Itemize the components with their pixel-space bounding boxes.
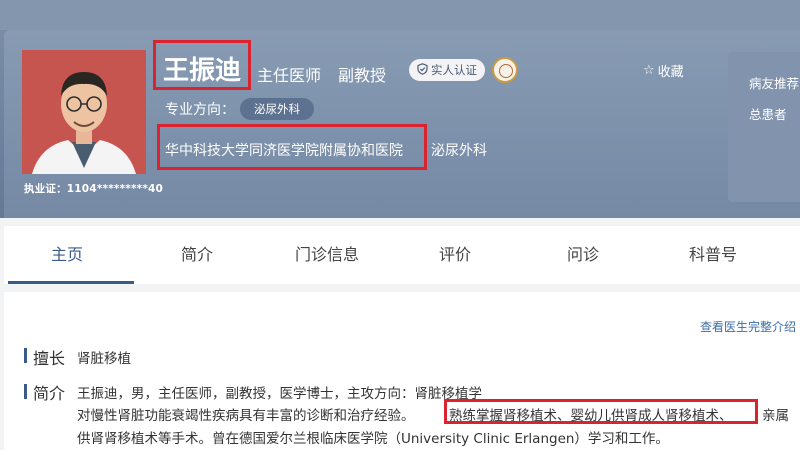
tab-consultation[interactable]: 问诊 (520, 226, 646, 284)
identity-verified-badge: 实人认证 (409, 59, 485, 81)
intro-label: 简介 (33, 384, 66, 403)
header-top-strip (0, 0, 800, 30)
intro-line-2b: 熟练掌握肾移植术、婴幼儿供肾成人肾移植术、 (449, 408, 733, 424)
intro-line-2c: 亲属 (762, 408, 789, 424)
intro-marker (24, 384, 27, 399)
doctor-title: 主任医师 (257, 66, 322, 85)
doctor-profile-page: 执业证：1104*********40 王振迪 主任医师 副教授 实人认证 ☆ … (0, 0, 800, 450)
active-tab-indicator (8, 281, 134, 284)
tab-clinic-info[interactable]: 门诊信息 (264, 226, 390, 284)
favorite-label: 收藏 (657, 65, 684, 80)
shield-check-icon (417, 62, 428, 78)
tab-science[interactable]: 科普号 (650, 226, 776, 284)
total-patients-label: 总患者 (749, 107, 787, 122)
favorite-button[interactable]: ☆ 收藏 (643, 61, 684, 80)
intro-line-1: 王振迪，男，主任医师，副教授，医学博士，主攻方向：肾脏移植学 (77, 386, 482, 402)
hospital-name[interactable]: 华中科技大学同济医学院附属协和医院 (165, 140, 403, 160)
intro-line-3: 供肾肾移植术等手术。曾在德国爱尔兰根临床医学院（University Clini… (77, 431, 669, 447)
verify-label: 实人认证 (431, 63, 477, 77)
profile-tabs: 主页 简介 门诊信息 评价 问诊 科普号 (4, 226, 800, 284)
expertise-marker (24, 348, 27, 363)
doctor-academic-title: 副教授 (338, 66, 387, 85)
doctor-name: 王振迪 (163, 56, 242, 86)
tab-home[interactable]: 主页 (4, 226, 130, 284)
license-number: 执业证：1104*********40 (24, 183, 164, 195)
doctor-avatar (22, 50, 146, 174)
tab-intro[interactable]: 简介 (134, 226, 260, 284)
full-intro-link[interactable]: 查看医生完整介绍 (700, 318, 796, 335)
star-icon: ☆ (643, 63, 655, 78)
patient-recommend-label: 病友推荐 (749, 76, 800, 91)
intro-line-2a: 对慢性肾脏功能衰竭性疾病具有丰富的诊断和治疗经验。 (77, 408, 415, 424)
specialty-tag[interactable]: 泌尿外科 (240, 98, 314, 120)
expertise-label: 擅长 (33, 349, 66, 368)
expertise-text: 肾脏移植 (77, 351, 131, 367)
specialty-label: 专业方向： (165, 102, 235, 118)
tab-reviews[interactable]: 评价 (392, 226, 518, 284)
hospital-logo-icon (492, 57, 518, 83)
department-name[interactable]: 泌尿外科 (431, 140, 487, 160)
